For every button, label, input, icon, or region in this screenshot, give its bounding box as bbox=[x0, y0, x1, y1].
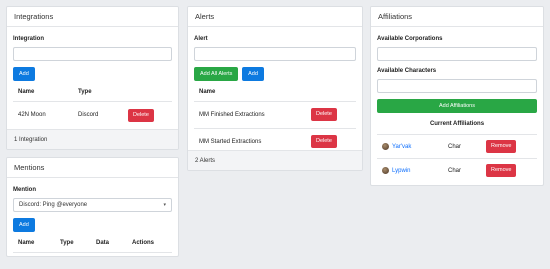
integrations-card: Integrations Integration Add Name Type 4… bbox=[6, 6, 179, 150]
corporations-input[interactable] bbox=[377, 47, 537, 61]
remove-affiliation-button[interactable]: Remove bbox=[486, 140, 517, 153]
alerts-table: Name MM Finished Extractions Delete MM S… bbox=[194, 84, 356, 155]
avatar bbox=[382, 143, 389, 150]
characters-input[interactable] bbox=[377, 79, 537, 93]
col-action-header bbox=[306, 84, 356, 102]
add-affiliations-button[interactable]: Add Affiliations bbox=[377, 99, 537, 113]
col-type-header: Type bbox=[55, 235, 91, 253]
character-link[interactable]: Lypwin bbox=[392, 168, 410, 174]
col-name-header: Name bbox=[13, 84, 73, 102]
table-row: Yar'vak Char Remove bbox=[377, 134, 537, 159]
characters-label: Available Characters bbox=[377, 68, 437, 74]
integration-input[interactable] bbox=[13, 47, 172, 61]
affiliations-card: Affiliations Available Corporations Avai… bbox=[370, 6, 544, 186]
col-actions-header: Actions bbox=[127, 235, 172, 253]
table-row: MM Finished Extractions Delete bbox=[194, 100, 356, 128]
chevron-down-icon: ▾ bbox=[163, 202, 166, 208]
affiliation-type: Char bbox=[443, 134, 481, 159]
col-type-header: Type bbox=[73, 84, 123, 102]
table-row: Lypwin Char Remove bbox=[377, 158, 537, 183]
mention-select[interactable]: Discord: Ping @everyone ▾ bbox=[13, 198, 172, 212]
col-name-header: Name bbox=[13, 235, 55, 253]
delete-alert-button[interactable]: Delete bbox=[311, 135, 337, 149]
mention-selected-value: Discord: Ping @everyone bbox=[19, 202, 88, 208]
alert-label: Alert bbox=[194, 36, 208, 42]
col-name-header: Name bbox=[194, 84, 306, 102]
mentions-card: Mentions Mention Discord: Ping @everyone… bbox=[6, 157, 179, 257]
alerts-footer: 2 Alerts bbox=[188, 150, 362, 170]
alert-input[interactable] bbox=[194, 47, 356, 61]
affiliations-table: Yar'vak Char Remove Lypwin Char Remove bbox=[377, 134, 537, 183]
avatar bbox=[382, 167, 389, 175]
mentions-table: Name Type Data Actions bbox=[13, 235, 172, 253]
add-all-alerts-button[interactable]: Add All Alerts bbox=[194, 67, 239, 81]
corporations-label: Available Corporations bbox=[377, 36, 443, 42]
delete-alert-button[interactable]: Delete bbox=[311, 108, 337, 121]
add-mention-button[interactable]: Add bbox=[13, 218, 35, 232]
add-integration-button[interactable]: Add bbox=[13, 67, 35, 81]
integration-type: Discord bbox=[73, 100, 123, 129]
character-link[interactable]: Yar'vak bbox=[392, 144, 411, 150]
integrations-footer: 1 Integration bbox=[7, 129, 178, 149]
mentions-title: Mentions bbox=[7, 158, 178, 178]
mention-label: Mention bbox=[13, 187, 36, 193]
alerts-title: Alerts bbox=[188, 7, 362, 27]
delete-integration-button[interactable]: Delete bbox=[128, 108, 154, 122]
col-action-header bbox=[123, 84, 172, 102]
integration-label: Integration bbox=[13, 36, 44, 42]
add-alert-button[interactable]: Add bbox=[242, 67, 264, 81]
table-row: 42N Moon Discord Delete bbox=[13, 100, 172, 129]
alerts-card: Alerts Alert Add All Alerts Add Name MM … bbox=[187, 6, 363, 171]
integrations-table: Name Type 42N Moon Discord Delete bbox=[13, 84, 172, 129]
integrations-title: Integrations bbox=[7, 7, 178, 27]
col-data-header: Data bbox=[91, 235, 127, 253]
integration-name: 42N Moon bbox=[13, 100, 73, 129]
affiliation-type: Char bbox=[443, 158, 481, 183]
remove-affiliation-button[interactable]: Remove bbox=[486, 164, 517, 178]
current-affiliations-title: Current Affiliations bbox=[429, 121, 485, 127]
alert-name: MM Finished Extractions bbox=[194, 100, 306, 128]
affiliations-title: Affiliations bbox=[371, 7, 543, 27]
